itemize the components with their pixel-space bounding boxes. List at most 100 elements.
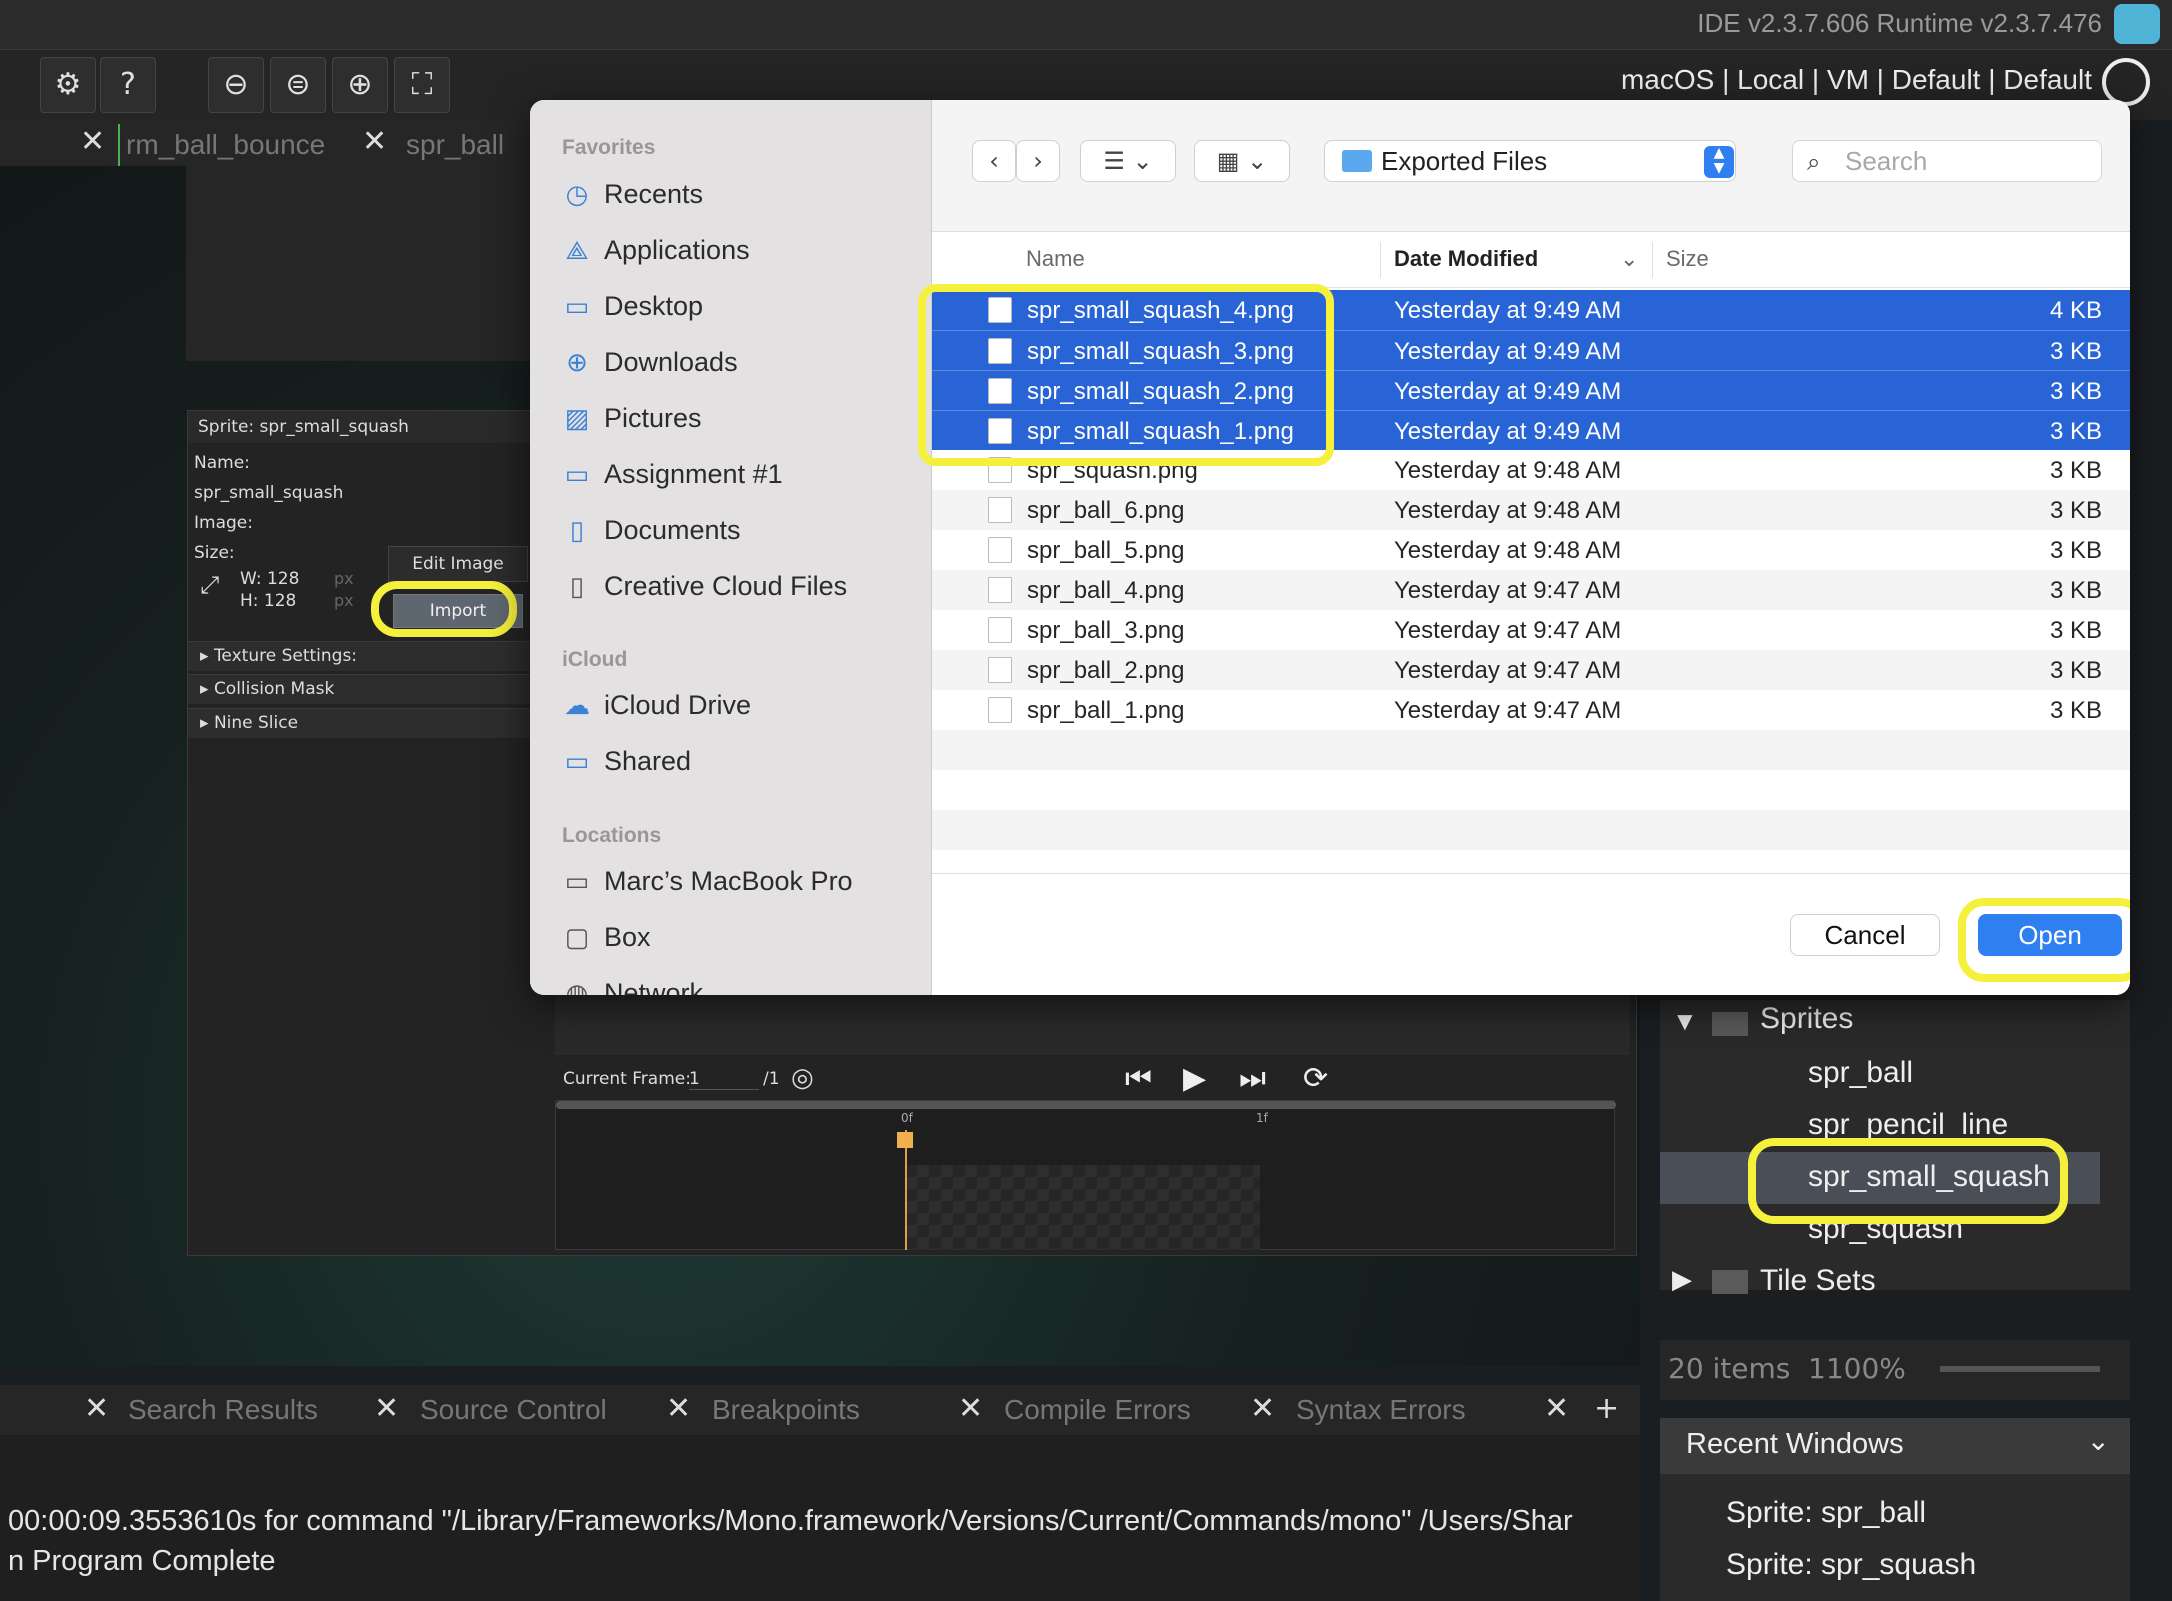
- sidebar-item-macbook[interactable]: ▭ Marc’s MacBook Pro: [562, 861, 853, 901]
- target-info[interactable]: macOS | Local | VM | Default | Default: [1621, 64, 2092, 96]
- search-input[interactable]: Search: [1792, 140, 2102, 182]
- asset-footer: 20 items 1100%: [1660, 1340, 2130, 1400]
- skip-start-icon[interactable]: ⏮: [1125, 1061, 1152, 1096]
- list-view-button[interactable]: ☰ ⌄: [1080, 140, 1176, 182]
- dialog-footer: Cancel Open: [932, 873, 2130, 995]
- onion-skin-icon[interactable]: ◎: [791, 1063, 814, 1093]
- back-button[interactable]: ‹: [972, 140, 1016, 182]
- loop-icon[interactable]: ⟳: [1303, 1061, 1328, 1096]
- open-file-dialog: Favorites ◷ Recents ⟁ Applications ▭ Deskto…: [530, 100, 2130, 995]
- close-icon[interactable]: ✕: [958, 1391, 983, 1426]
- close-icon[interactable]: ✕: [1544, 1391, 1569, 1426]
- column-divider[interactable]: [1380, 242, 1381, 278]
- play-icon[interactable]: ▶: [1183, 1061, 1206, 1096]
- sidebar-item-applications[interactable]: ⟁ Applications: [562, 230, 749, 270]
- width-unit: px: [334, 569, 354, 588]
- section-collision-mask[interactable]: ▸ Collision Mask: [188, 674, 538, 704]
- recent-item[interactable]: Sprite: spr_squash: [1726, 1548, 1976, 1582]
- sidebar-item-documents[interactable]: ▯ Documents: [562, 510, 741, 550]
- edit-image-button[interactable]: Edit Image: [388, 546, 528, 582]
- file-row[interactable]: spr_ball_5.png Yesterday at 9:48 AM 3 KB: [932, 530, 2130, 570]
- sidebar-item-shared[interactable]: ▭ Shared: [562, 741, 691, 781]
- import-highlight: [371, 581, 517, 637]
- sidebar-item-desktop[interactable]: ▭ Desktop: [562, 286, 703, 326]
- column-name[interactable]: Name: [1026, 246, 1085, 272]
- close-icon[interactable]: ✕: [362, 124, 387, 159]
- close-icon[interactable]: ✕: [666, 1391, 691, 1426]
- sidebar-item-recents[interactable]: ◷ Recents: [562, 174, 703, 214]
- favorites-header: Favorites: [562, 136, 656, 159]
- folder-icon: [1712, 1270, 1748, 1294]
- playhead[interactable]: [905, 1130, 907, 1250]
- column-size[interactable]: Size: [1666, 246, 1709, 272]
- settings-icon[interactable]: ⚙: [40, 57, 96, 113]
- section-texture-settings[interactable]: ▸ Texture Settings:: [188, 641, 538, 671]
- close-icon[interactable]: ✕: [374, 1391, 399, 1426]
- shared-folder-icon: ▭: [564, 746, 590, 776]
- group-tile-sets[interactable]: Tile Sets: [1760, 1264, 1876, 1298]
- tab-syntax-errors[interactable]: Syntax Errors: [1290, 1389, 1472, 1431]
- tab-sprite[interactable]: spr_ball: [400, 124, 510, 166]
- target-icon[interactable]: [2102, 58, 2150, 106]
- asset-item[interactable]: spr_ball: [1808, 1056, 1913, 1090]
- group-sprites[interactable]: Sprites: [1760, 1002, 1853, 1036]
- zoom-slider[interactable]: [1940, 1366, 2100, 1372]
- fit-window-icon[interactable]: ⛶: [394, 57, 450, 113]
- tab-compile-errors[interactable]: Compile Errors: [998, 1389, 1197, 1431]
- folder-icon: [1712, 1012, 1748, 1036]
- close-icon[interactable]: ✕: [84, 1391, 109, 1426]
- close-icon[interactable]: ✕: [1250, 1391, 1275, 1426]
- playhead-marker[interactable]: [897, 1132, 913, 1148]
- zoom-in-icon[interactable]: ⊕: [332, 57, 388, 113]
- recent-item[interactable]: Sprite: spr_ball: [1726, 1496, 1926, 1530]
- recent-windows-title: Recent Windows: [1686, 1428, 1904, 1460]
- column-date-modified[interactable]: Date Modified: [1394, 246, 1538, 272]
- sidebar-item-network[interactable]: ◍ Network: [562, 973, 703, 995]
- zoom-out-icon[interactable]: ⊖: [208, 57, 264, 113]
- zoom-reset-icon[interactable]: ⊜: [270, 57, 326, 113]
- column-divider[interactable]: [1652, 242, 1653, 278]
- tab-breakpoints[interactable]: Breakpoints: [706, 1389, 866, 1431]
- chevron-down-icon[interactable]: ⌄: [1620, 246, 1638, 272]
- chevron-down-icon[interactable]: ▼: [1672, 1006, 1698, 1037]
- current-frame-input[interactable]: 1: [689, 1069, 759, 1090]
- help-icon[interactable]: ?: [100, 57, 156, 113]
- name-value[interactable]: spr_small_squash: [194, 483, 343, 503]
- file-row[interactable]: spr_ball_1.png Yesterday at 9:47 AM 3 KB: [932, 690, 2130, 730]
- name-label: Name:: [194, 453, 250, 473]
- chat-icon[interactable]: [2114, 4, 2160, 44]
- file-row[interactable]: spr_ball_2.png Yesterday at 9:47 AM 3 KB: [932, 650, 2130, 690]
- location-dropdown[interactable]: Exported Files: [1324, 140, 1736, 182]
- sidebar-item-downloads[interactable]: ⊕ Downloads: [562, 342, 737, 382]
- asset-item[interactable]: spr_pencil_line: [1808, 1108, 2008, 1142]
- close-icon[interactable]: ✕: [80, 124, 105, 159]
- sidebar-item-pictures[interactable]: ▨ Pictures: [562, 398, 702, 438]
- timeline-tick: 1f: [1256, 1111, 1268, 1125]
- file-row[interactable]: spr_ball_3.png Yesterday at 9:47 AM 3 KB: [932, 610, 2130, 650]
- add-tab-icon[interactable]: +: [1594, 1391, 1619, 1426]
- recent-windows-header[interactable]: Recent Windows ⌄: [1660, 1418, 2130, 1474]
- chevron-right-icon[interactable]: ▶: [1672, 1264, 1692, 1295]
- timeline-scrollbar[interactable]: [556, 1101, 1616, 1109]
- frame-thumbnail[interactable]: [905, 1165, 1260, 1250]
- resize-icon[interactable]: ⤢: [200, 571, 219, 599]
- tab-room[interactable]: rm_ball_bounce: [118, 124, 331, 166]
- sidebar-item-box[interactable]: ▢ Box: [562, 917, 651, 957]
- image-label: Image:: [194, 513, 253, 533]
- sidebar-item-assignment[interactable]: ▭ Assignment #1: [562, 454, 783, 494]
- tab-search-results[interactable]: Search Results: [122, 1389, 324, 1431]
- forward-button[interactable]: ›: [1016, 140, 1060, 182]
- chevron-updown-icon[interactable]: ▲ ▼: [1704, 146, 1734, 178]
- chevron-down-icon[interactable]: ⌄: [2087, 1424, 2110, 1457]
- cancel-button[interactable]: Cancel: [1790, 914, 1940, 956]
- section-label: Collision Mask: [213, 679, 335, 699]
- tab-source-control[interactable]: Source Control: [414, 1389, 613, 1431]
- grid-view-button[interactable]: ▦ ⌄: [1194, 140, 1290, 182]
- skip-end-icon[interactable]: ⏭: [1239, 1061, 1266, 1096]
- file-row[interactable]: spr_ball_4.png Yesterday at 9:47 AM 3 KB: [932, 570, 2130, 610]
- file-icon: [988, 537, 1012, 563]
- file-row[interactable]: spr_ball_6.png Yesterday at 9:48 AM 3 KB: [932, 490, 2130, 530]
- sidebar-item-icloud-drive[interactable]: ☁ iCloud Drive: [562, 685, 751, 725]
- section-nine-slice[interactable]: ▸ Nine Slice: [188, 708, 538, 738]
- sidebar-item-creative-cloud[interactable]: ▯ Creative Cloud Files: [562, 566, 847, 606]
